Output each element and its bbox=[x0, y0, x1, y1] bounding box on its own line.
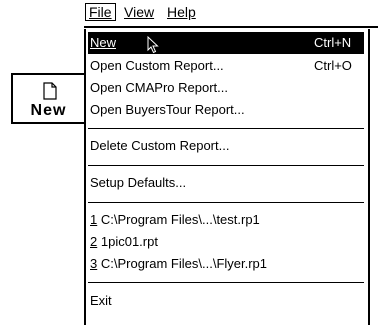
recent-2-number: 2 bbox=[90, 234, 98, 249]
recent-1-number: 1 bbox=[90, 212, 98, 227]
menu-separator bbox=[88, 202, 364, 203]
menu-bar: File View Help bbox=[84, 0, 378, 28]
mouse-cursor-icon bbox=[147, 36, 159, 54]
menu-item-delete-custom-label: Delete Custom Report... bbox=[90, 138, 230, 153]
menu-item-setup-defaults-label: Setup Defaults... bbox=[90, 175, 187, 190]
menu-file[interactable]: File bbox=[85, 3, 116, 21]
menu-item-open-custom-label: Open Custom Report... bbox=[90, 58, 224, 73]
recent-1-path: C:\Program Files\...\test.rp1 bbox=[100, 212, 260, 227]
file-menu-dropdown: New Ctrl+N Open Custom Report... Ctrl+O … bbox=[84, 29, 370, 325]
menu-item-recent-1[interactable]: 1 C:\Program Files\...\test.rp1 bbox=[86, 209, 368, 231]
menu-item-open-custom[interactable]: Open Custom Report... Ctrl+O bbox=[86, 55, 368, 77]
menu-separator bbox=[88, 282, 364, 283]
menu-item-new[interactable]: New Ctrl+N bbox=[88, 32, 364, 54]
menu-item-open-cmapro[interactable]: Open CMAPro Report... bbox=[86, 77, 368, 99]
menu-view[interactable]: View bbox=[121, 4, 157, 20]
menu-file-label: File bbox=[89, 4, 112, 20]
recent-2-path: 1pic01.rpt bbox=[100, 234, 158, 249]
menu-separator bbox=[88, 165, 364, 166]
menu-item-open-custom-shortcut: Ctrl+O bbox=[314, 58, 352, 73]
recent-3-number: 3 bbox=[90, 256, 98, 271]
new-document-icon bbox=[43, 82, 57, 100]
menu-item-exit-label: Exit bbox=[90, 293, 112, 308]
app-window: File View Help New Ctrl+N Open Custom Re… bbox=[84, 0, 378, 325]
new-button-label: New bbox=[30, 102, 67, 119]
menu-item-setup-defaults[interactable]: Setup Defaults... bbox=[86, 172, 368, 194]
menu-item-open-buyerstour[interactable]: Open BuyersTour Report... bbox=[86, 99, 368, 121]
menu-item-delete-custom[interactable]: Delete Custom Report... bbox=[86, 135, 368, 157]
menu-item-new-label: New bbox=[90, 35, 117, 50]
menu-help[interactable]: Help bbox=[164, 4, 199, 20]
menu-separator bbox=[88, 128, 364, 129]
menu-item-recent-3[interactable]: 3 C:\Program Files\...\Flyer.rp1 bbox=[86, 253, 368, 275]
menu-item-exit[interactable]: Exit bbox=[86, 290, 368, 312]
new-toolbar-button[interactable]: New bbox=[11, 73, 86, 124]
menu-help-label: Help bbox=[167, 4, 196, 20]
menu-item-recent-2[interactable]: 2 1pic01.rpt bbox=[86, 231, 368, 253]
menu-view-label: View bbox=[124, 4, 155, 20]
menu-item-open-cmapro-label: Open CMAPro Report... bbox=[90, 80, 228, 95]
menu-item-new-shortcut: Ctrl+N bbox=[314, 35, 352, 50]
menu-item-open-buyerstour-label: Open BuyersTour Report... bbox=[90, 102, 245, 117]
recent-3-path: C:\Program Files\...\Flyer.rp1 bbox=[100, 256, 268, 271]
